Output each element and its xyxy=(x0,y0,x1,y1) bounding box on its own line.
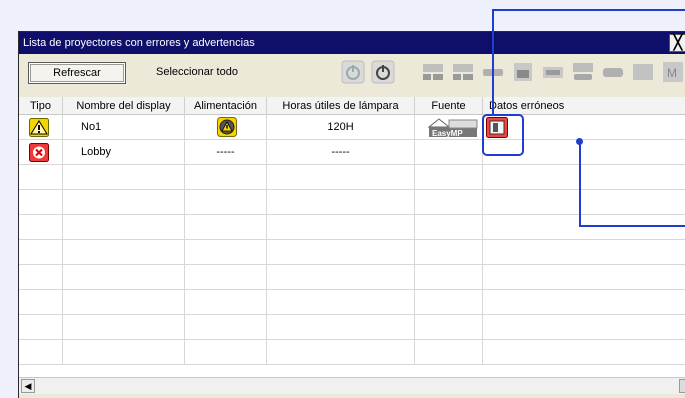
svg-text:EasyMP: EasyMP xyxy=(432,129,463,138)
table-row xyxy=(19,215,685,240)
toolbar: Refrescar Seleccionar todo M xyxy=(19,54,685,90)
display-name: Lobby xyxy=(63,140,185,165)
scroll-left-button[interactable]: ◀ xyxy=(21,379,35,393)
table-row[interactable]: Lobby ----- ----- xyxy=(19,140,685,165)
table-row xyxy=(19,165,685,190)
table-row xyxy=(19,190,685,215)
col-lamp-hours[interactable]: Horas útiles de lámpara xyxy=(267,97,415,115)
source-cell: EasyMP xyxy=(415,115,483,140)
projector-error-window: Lista de proyectores con errores y adver… xyxy=(18,31,685,398)
hdmi-icon[interactable] xyxy=(571,60,595,84)
horizontal-scrollbar[interactable]: ◀ xyxy=(19,377,685,394)
lamp-hours: ----- xyxy=(267,140,415,165)
col-power[interactable]: Alimentación xyxy=(185,97,267,115)
more-icon[interactable]: M xyxy=(661,60,685,84)
source-cell xyxy=(415,140,483,165)
callout-line-horizontal-2 xyxy=(579,225,685,227)
projector-table: Tipo Nombre del display Alimentación Hor… xyxy=(19,97,685,377)
callout-line-vertical xyxy=(492,9,494,115)
svg-text:M: M xyxy=(667,66,677,80)
table-row[interactable]: No1 120H EasyMP xyxy=(19,115,685,140)
dvi-icon[interactable] xyxy=(601,60,625,84)
computer1-icon[interactable] xyxy=(421,60,445,84)
table-row xyxy=(19,265,685,290)
pc-free-icon[interactable] xyxy=(631,60,655,84)
callout-highlight xyxy=(482,114,524,156)
type-cell xyxy=(19,140,63,165)
table-header: Tipo Nombre del display Alimentación Hor… xyxy=(19,97,685,115)
s-video-icon[interactable] xyxy=(511,60,535,84)
component-icon[interactable] xyxy=(541,60,565,84)
table-row xyxy=(19,340,685,365)
computer2-icon[interactable] xyxy=(451,60,475,84)
error-icon xyxy=(29,143,49,162)
warning-icon xyxy=(29,118,49,137)
power-warning-icon xyxy=(217,117,237,137)
table-row xyxy=(19,290,685,315)
callout-line-horizontal xyxy=(492,9,685,11)
type-cell xyxy=(19,115,63,140)
window-title: Lista de proyectores con errores y adver… xyxy=(19,32,685,54)
select-all-button[interactable]: Seleccionar todo xyxy=(141,62,253,84)
power-cell xyxy=(185,115,267,140)
col-source[interactable]: Fuente xyxy=(415,97,483,115)
table-row xyxy=(19,240,685,265)
power-status: ----- xyxy=(185,140,267,165)
easymp-icon: EasyMP xyxy=(427,118,478,138)
display-name: No1 xyxy=(63,115,185,140)
col-type[interactable]: Tipo xyxy=(19,97,63,115)
scroll-thumb[interactable] xyxy=(679,379,685,393)
table-row xyxy=(19,315,685,340)
col-error-data[interactable]: Datos erróneos xyxy=(483,97,685,115)
power-on-icon[interactable] xyxy=(341,60,365,84)
close-button[interactable]: ╳ xyxy=(669,34,685,52)
power-off-icon[interactable] xyxy=(371,60,395,84)
lamp-hours: 120H xyxy=(267,115,415,140)
refresh-button[interactable]: Refrescar xyxy=(28,62,126,84)
callout-line-vertical-2 xyxy=(579,141,581,227)
col-name[interactable]: Nombre del display xyxy=(63,97,185,115)
